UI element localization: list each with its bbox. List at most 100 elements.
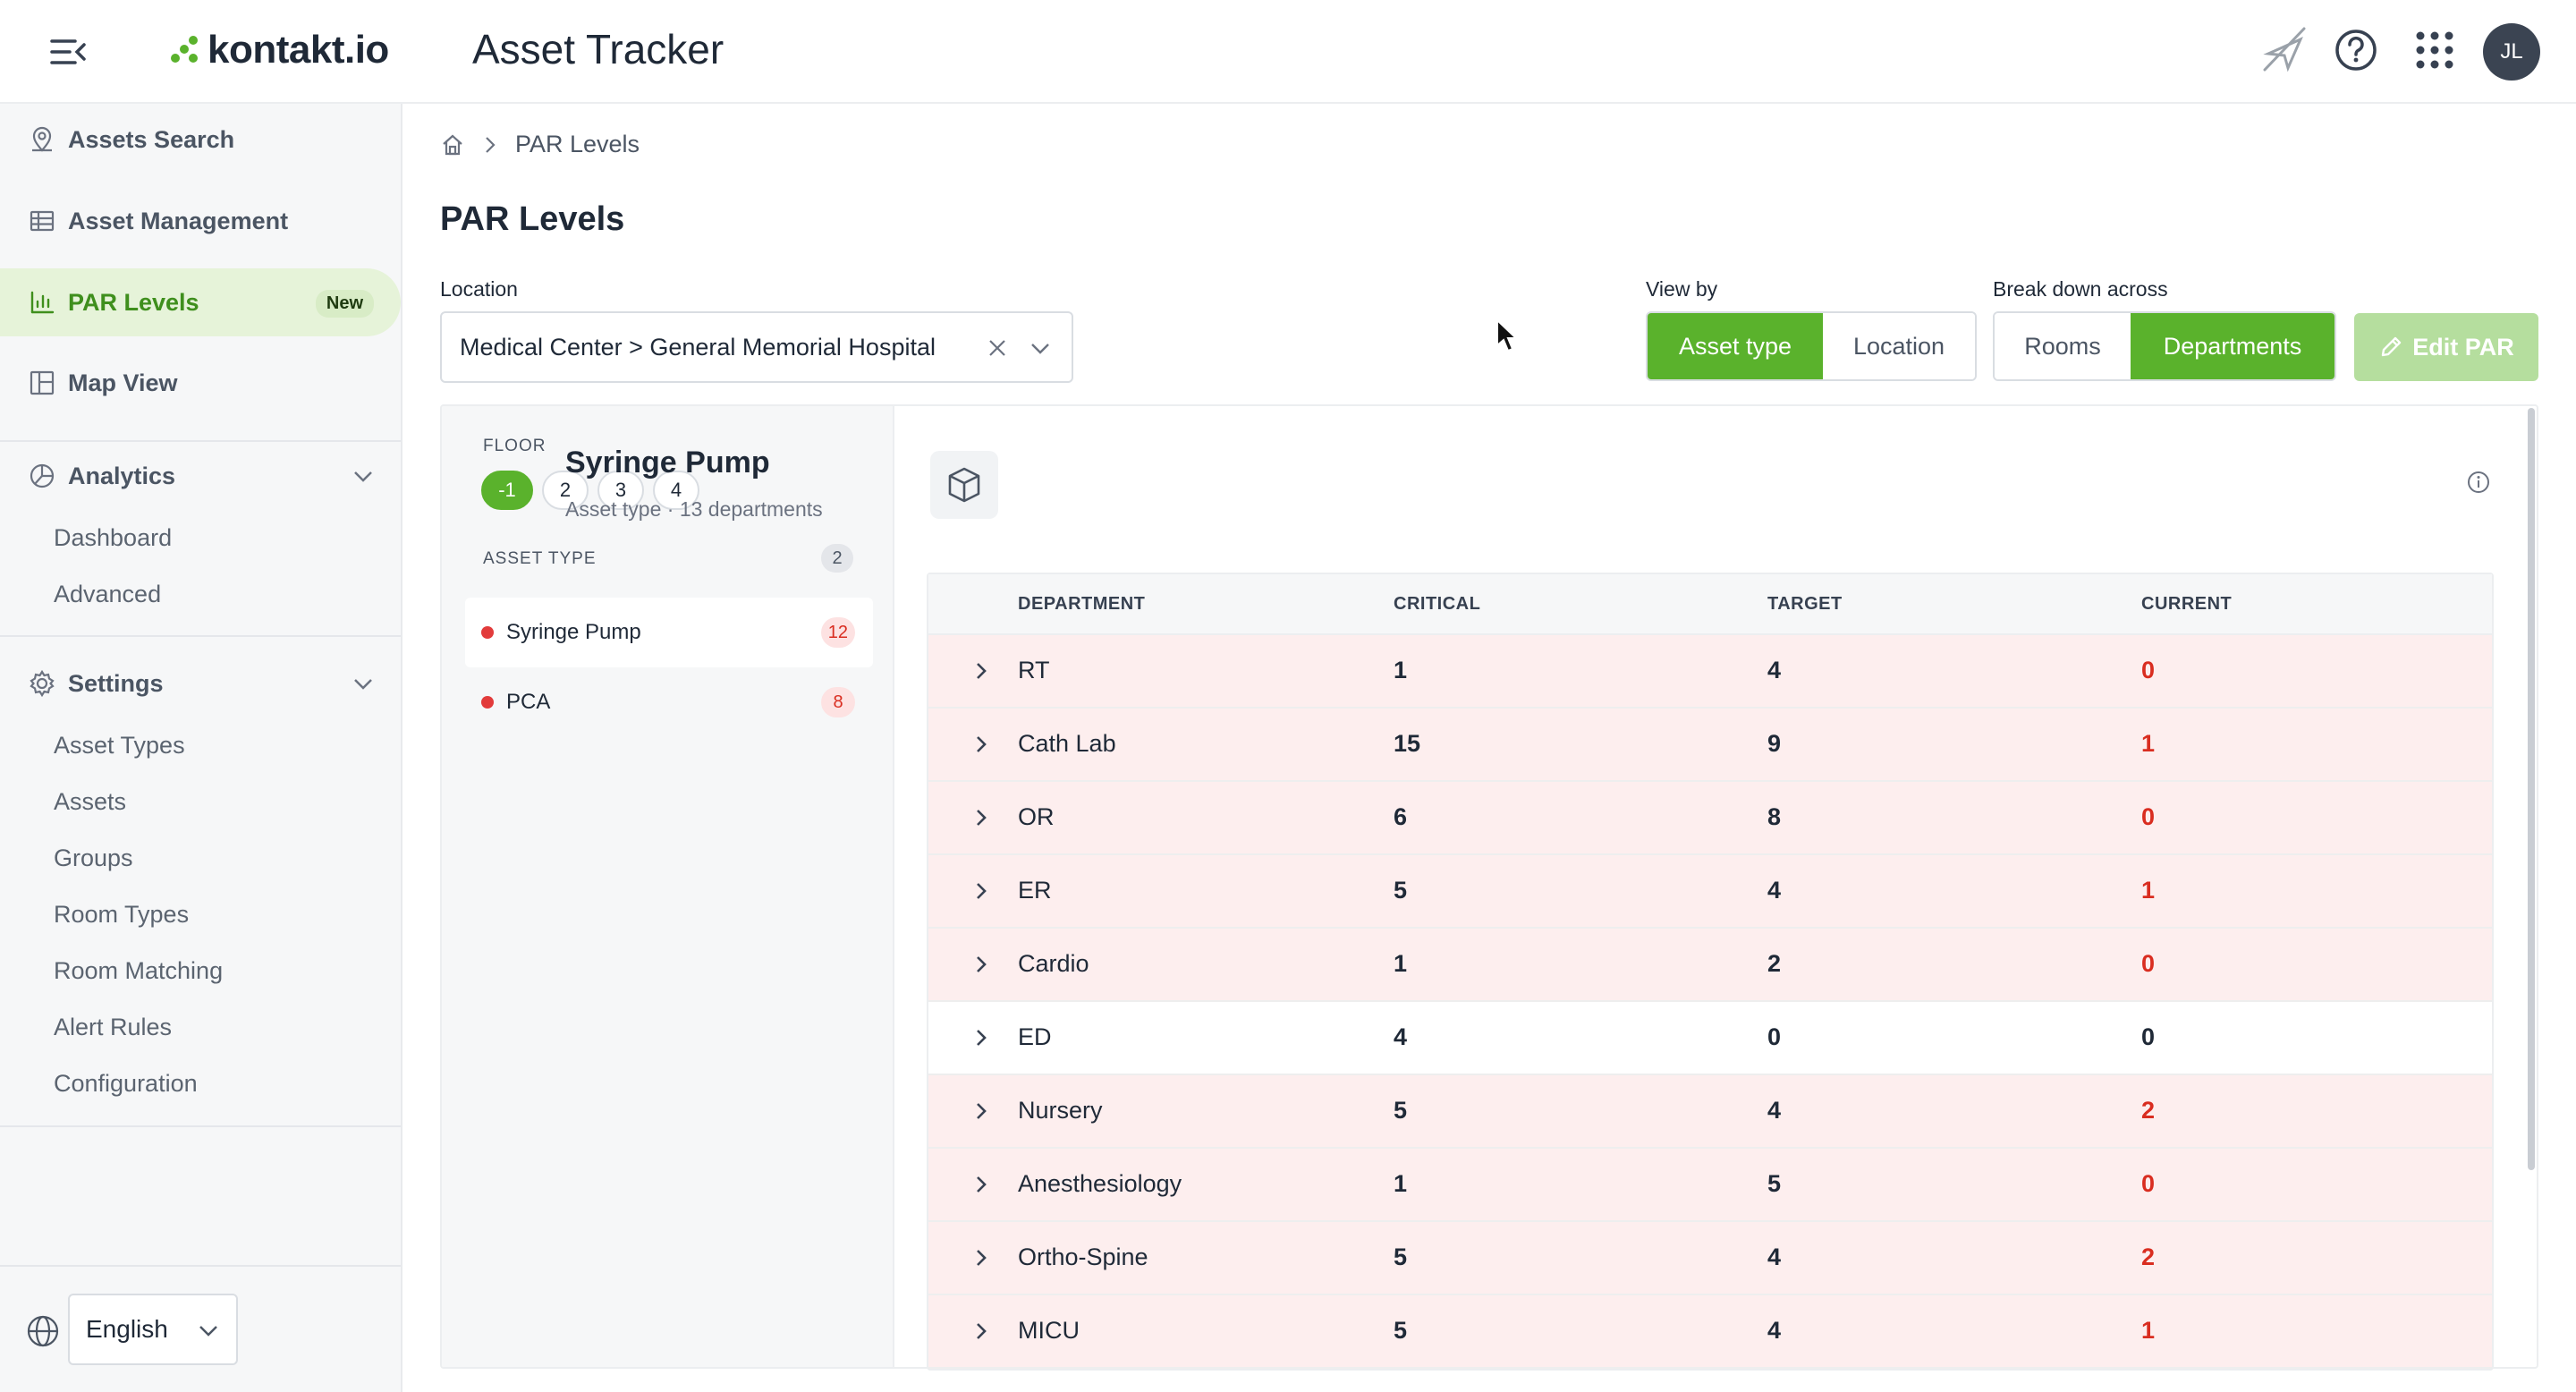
table-row[interactable]: Ortho-Spine 5 4 2 xyxy=(928,1222,2492,1295)
sidebar-item-par-levels[interactable]: PAR Levels New xyxy=(0,268,401,336)
cell-current: 0 xyxy=(2141,1170,2156,1197)
table-row[interactable]: ED 4 0 0 xyxy=(928,1002,2492,1075)
chevron-right-icon[interactable] xyxy=(970,1026,993,1049)
kontakt-logo[interactable]: kontakt.io xyxy=(170,23,389,77)
status-dot xyxy=(481,626,494,639)
cell-department: RT xyxy=(1018,657,1050,683)
bar-chart-icon xyxy=(27,287,57,318)
table-icon xyxy=(27,206,57,236)
edit-par-button[interactable]: Edit PAR xyxy=(2354,313,2538,381)
sidebar-divider xyxy=(0,635,401,637)
cell-target: 4 xyxy=(1767,877,1782,904)
sidebar-item-label: Analytics xyxy=(68,462,176,489)
cell-target: 4 xyxy=(1767,657,1782,683)
chevron-right-icon[interactable] xyxy=(970,1320,993,1343)
cell-department: Nursery xyxy=(1018,1097,1103,1124)
sidebar-subitem-alert-rules[interactable]: Alert Rules xyxy=(54,1014,172,1041)
column-header-department[interactable]: DEPARTMENT xyxy=(1018,594,1145,615)
sidebar-subitem-groups[interactable]: Groups xyxy=(54,845,133,872)
chevron-right-icon[interactable] xyxy=(970,879,993,903)
breakdown-label: Break down across xyxy=(1993,277,2168,301)
user-avatar[interactable]: JL xyxy=(2483,23,2540,81)
asset-type-label: ASSET TYPE xyxy=(483,549,597,568)
table-row[interactable]: Cardio 1 2 0 xyxy=(928,929,2492,1002)
chevron-down-icon[interactable] xyxy=(351,463,376,488)
cell-critical: 5 xyxy=(1394,877,1408,904)
view-by-label: View by xyxy=(1646,277,1718,301)
menu-collapse-icon[interactable] xyxy=(47,32,89,72)
status-dot xyxy=(481,696,494,709)
cell-target: 2 xyxy=(1767,950,1782,977)
view-by-location[interactable]: Location xyxy=(1823,313,1975,379)
location-pin-icon xyxy=(27,124,57,155)
table-row[interactable]: ER 5 4 1 xyxy=(928,855,2492,929)
table-row[interactable]: RT 1 4 0 xyxy=(928,635,2492,709)
help-icon[interactable] xyxy=(2327,21,2385,79)
floor-label: FLOOR xyxy=(483,437,547,455)
apps-grid-icon[interactable] xyxy=(2406,21,2463,79)
chevron-right-icon[interactable] xyxy=(970,659,993,683)
cell-critical: 4 xyxy=(1394,1023,1408,1050)
view-by-toggle: Asset type Location xyxy=(1646,311,1977,381)
sidebar-subitem-advanced[interactable]: Advanced xyxy=(54,581,161,608)
cell-department: OR xyxy=(1018,803,1055,830)
chevron-right-icon xyxy=(486,136,496,153)
chevron-right-icon[interactable] xyxy=(970,1173,993,1196)
column-header-target[interactable]: TARGET xyxy=(1767,594,1843,615)
language-value: English xyxy=(86,1315,168,1343)
chevron-right-icon[interactable] xyxy=(970,806,993,829)
asset-type-name: Syringe Pump xyxy=(506,620,641,644)
cell-department: Ortho-Spine xyxy=(1018,1243,1148,1270)
table-row[interactable]: MICU 5 4 1 xyxy=(928,1295,2492,1369)
asset-type-item[interactable]: PCA 8 xyxy=(465,667,873,737)
scrollbar[interactable] xyxy=(2528,408,2535,1170)
breakdown-departments[interactable]: Departments xyxy=(2131,313,2334,379)
top-header: kontakt.io Asset Tracker JL xyxy=(0,0,2576,104)
sidebar-subitem-configuration[interactable]: Configuration xyxy=(54,1070,198,1098)
cell-department: ER xyxy=(1018,877,1052,904)
table-row[interactable]: Anesthesiology 1 5 0 xyxy=(928,1149,2492,1222)
chevron-right-icon[interactable] xyxy=(970,733,993,756)
column-header-current[interactable]: CURRENT xyxy=(2141,594,2232,615)
language-select[interactable]: English xyxy=(68,1294,238,1365)
sidebar-item-asset-management[interactable]: Asset Management xyxy=(0,187,401,255)
sidebar-item-map-view[interactable]: Map View xyxy=(0,349,401,417)
column-header-critical[interactable]: CRITICAL xyxy=(1394,594,1480,615)
chevron-right-icon[interactable] xyxy=(970,953,993,976)
chevron-right-icon[interactable] xyxy=(970,1099,993,1123)
logo-text: kontakt.io xyxy=(208,28,389,72)
chevron-down-icon[interactable] xyxy=(351,671,376,696)
sidebar-item-label: Map View xyxy=(68,369,178,396)
home-icon[interactable] xyxy=(440,132,465,157)
sidebar-item-label: Settings xyxy=(68,669,164,697)
sidebar-subitem-asset-types[interactable]: Asset Types xyxy=(54,732,185,760)
location-off-icon[interactable] xyxy=(2256,21,2313,79)
gear-icon xyxy=(27,668,57,699)
sidebar-subitem-dashboard[interactable]: Dashboard xyxy=(54,524,172,552)
cell-current: 1 xyxy=(2141,730,2156,757)
sidebar-subitem-assets[interactable]: Assets xyxy=(54,788,126,816)
sidebar-subitem-room-matching[interactable]: Room Matching xyxy=(54,957,223,985)
table-row[interactable]: OR 6 8 0 xyxy=(928,782,2492,855)
location-select[interactable]: Medical Center > General Memorial Hospit… xyxy=(440,311,1073,383)
filter-pane: FLOOR -1 2 3 4 ASSET TYPE 2 Syringe Pump… xyxy=(442,406,894,1367)
sidebar-subitem-room-types[interactable]: Room Types xyxy=(54,901,189,929)
info-icon[interactable] xyxy=(2465,469,2492,496)
chevron-down-icon[interactable] xyxy=(1027,335,1054,361)
sidebar-item-settings[interactable]: Settings xyxy=(0,649,401,717)
sidebar-item-assets-search[interactable]: Assets Search xyxy=(0,106,401,174)
chevron-right-icon[interactable] xyxy=(970,1246,993,1269)
cell-current: 0 xyxy=(2141,803,2156,830)
table-row[interactable]: Cath Lab 15 9 1 xyxy=(928,709,2492,782)
sidebar-item-analytics[interactable]: Analytics xyxy=(0,442,401,510)
sidebar: Assets Search Asset Management PAR Level… xyxy=(0,104,402,1392)
view-by-asset-type[interactable]: Asset type xyxy=(1648,313,1823,379)
breakdown-rooms[interactable]: Rooms xyxy=(1995,313,2131,379)
clear-icon[interactable] xyxy=(984,335,1011,361)
table-row[interactable]: Nursery 5 4 2 xyxy=(928,1075,2492,1149)
sidebar-divider xyxy=(0,1265,401,1267)
floor-pill[interactable]: -1 xyxy=(481,471,533,510)
breakdown-toggle: Rooms Departments xyxy=(1993,311,2336,381)
asset-type-item[interactable]: Syringe Pump 12 xyxy=(465,598,873,667)
cell-current: 1 xyxy=(2141,1317,2156,1344)
